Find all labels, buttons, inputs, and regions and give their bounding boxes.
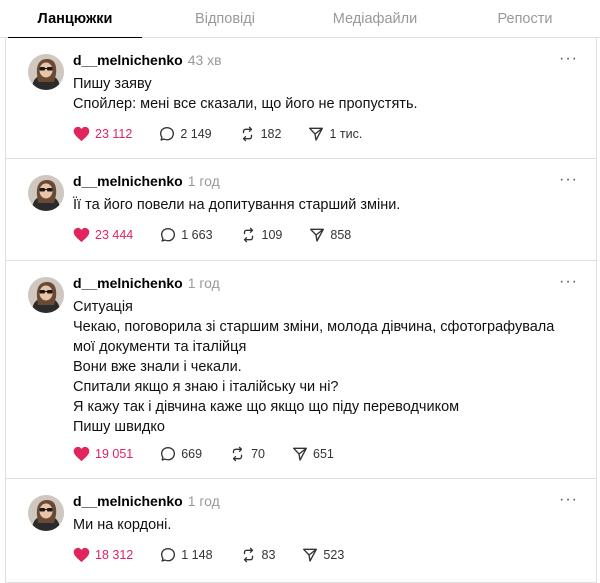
post-actions: 19 051 669 70 651 bbox=[73, 446, 361, 462]
share-button[interactable]: 1 тис. bbox=[308, 126, 362, 142]
avatar[interactable] bbox=[28, 495, 64, 531]
more-horizontal-icon[interactable]: ··· bbox=[559, 50, 578, 68]
repost-arrows-icon bbox=[240, 227, 262, 243]
tabs-bar: Ланцюжки Відповіді Медіафайли Репости bbox=[0, 0, 600, 38]
post-body: Її та його повели на допитування старший… bbox=[73, 195, 578, 215]
post: d__melnichenko 1 год ··· Ситуація Чекаю, пог… bbox=[6, 261, 596, 479]
like-count: 19 051 bbox=[95, 447, 134, 461]
share-button[interactable]: 523 bbox=[302, 547, 344, 563]
post-body: Ситуація Чекаю, поговорила зі старшим змі… bbox=[73, 297, 578, 437]
repost-arrows-icon bbox=[240, 547, 262, 563]
avatar[interactable] bbox=[28, 175, 64, 211]
heart-filled-icon bbox=[73, 126, 95, 142]
share-count: 858 bbox=[330, 228, 352, 242]
more-horizontal-icon[interactable]: ··· bbox=[559, 171, 578, 189]
tab-media[interactable]: Медіафайли bbox=[300, 0, 450, 38]
share-button[interactable]: 651 bbox=[292, 446, 334, 462]
post-time: 1 год bbox=[187, 493, 220, 509]
like-button[interactable]: 19 051 bbox=[73, 446, 133, 462]
like-button[interactable]: 23 444 bbox=[73, 227, 133, 243]
post-text-line: Пишу швидко bbox=[73, 419, 165, 435]
repost-button[interactable]: 70 bbox=[229, 446, 265, 462]
comment-bubble-icon bbox=[159, 126, 180, 142]
share-count: 523 bbox=[323, 548, 345, 562]
post-text-line: Чекаю, поговорила зі старшим зміни, моло… bbox=[73, 319, 555, 355]
tab-threads[interactable]: Ланцюжки bbox=[0, 0, 150, 38]
post-text-line: Її та його повели на допитування старший… bbox=[73, 197, 401, 213]
post-actions: 18 312 1 148 83 523 bbox=[73, 547, 371, 563]
repost-count: 182 bbox=[260, 127, 282, 141]
heart-filled-icon bbox=[73, 227, 95, 243]
heart-filled-icon bbox=[73, 446, 95, 462]
post-text-line: Пишу заяву bbox=[73, 76, 152, 92]
post-text-line: Спойлер: мені все сказали, що його не пр… bbox=[73, 96, 418, 112]
repost-button[interactable]: 109 bbox=[240, 227, 283, 243]
more-horizontal-icon[interactable]: ··· bbox=[559, 491, 578, 509]
post-header: d__melnichenko 1 год bbox=[73, 275, 220, 293]
comment-button[interactable]: 1 663 bbox=[160, 227, 213, 243]
comment-bubble-icon bbox=[160, 227, 181, 243]
post-text-line: Спитали якщо я знаю і італійську чи ні? bbox=[73, 379, 339, 395]
post-time: 43 хв bbox=[187, 52, 222, 68]
post-text-line: Вони вже знали і чекали. bbox=[73, 359, 242, 375]
paper-plane-icon bbox=[292, 446, 313, 462]
repost-arrows-icon bbox=[239, 126, 261, 142]
comment-button[interactable]: 1 148 bbox=[160, 547, 213, 563]
share-count: 651 bbox=[313, 447, 334, 461]
avatar[interactable] bbox=[28, 54, 64, 90]
post-text-line: Я кажу так і дівчина каже що якщо що під… bbox=[73, 399, 460, 415]
post: d__melnichenko 43 хв ··· Пишу заяву Спойлер:… bbox=[6, 38, 596, 159]
post-body: Пишу заяву Спойлер: мені все сказали, що … bbox=[73, 74, 578, 114]
username[interactable]: d__melnichenko bbox=[73, 52, 183, 68]
username[interactable]: d__melnichenko bbox=[73, 275, 183, 291]
repost-count: 70 bbox=[251, 447, 265, 461]
comment-bubble-icon bbox=[160, 446, 181, 462]
like-count: 23 444 bbox=[95, 228, 134, 242]
more-horizontal-icon[interactable]: ··· bbox=[559, 273, 578, 291]
post-text-line: Ми на кордоні. bbox=[73, 517, 172, 533]
repost-count: 83 bbox=[261, 548, 276, 562]
post-header: d__melnichenko 1 год bbox=[73, 173, 220, 191]
comment-count: 1 148 bbox=[181, 548, 213, 562]
post: d__melnichenko 1 год ··· Її та його повели … bbox=[6, 159, 596, 261]
repost-button[interactable]: 182 bbox=[239, 126, 282, 142]
username[interactable]: d__melnichenko bbox=[73, 173, 183, 189]
post: d__melnichenko 1 год ··· Ми на кордоні. 18 3… bbox=[6, 479, 596, 583]
tab-reposts[interactable]: Репости bbox=[450, 0, 600, 38]
comment-button[interactable]: 669 bbox=[160, 446, 202, 462]
paper-plane-icon bbox=[302, 547, 323, 563]
repost-button[interactable]: 83 bbox=[240, 547, 276, 563]
comment-count: 669 bbox=[181, 447, 203, 461]
repost-arrows-icon bbox=[229, 446, 251, 462]
post-header: d__melnichenko 1 год bbox=[73, 493, 220, 511]
share-count: 1 тис. bbox=[329, 127, 363, 141]
tab-replies[interactable]: Відповіді bbox=[150, 0, 300, 38]
repost-count: 109 bbox=[261, 228, 283, 242]
comment-count: 1 663 bbox=[181, 228, 213, 242]
like-count: 23 112 bbox=[95, 127, 133, 141]
post-actions: 23 444 1 663 109 858 bbox=[73, 227, 378, 243]
heart-filled-icon bbox=[73, 547, 95, 563]
post-actions: 23 112 2 149 182 1 тис. bbox=[73, 126, 389, 142]
post-time: 1 год bbox=[187, 275, 220, 291]
like-button[interactable]: 23 112 bbox=[73, 126, 132, 142]
post-text-line: Ситуація bbox=[73, 299, 133, 315]
share-button[interactable]: 858 bbox=[309, 227, 351, 243]
comment-count: 2 149 bbox=[180, 127, 212, 141]
post-body: Ми на кордоні. bbox=[73, 515, 578, 535]
like-button[interactable]: 18 312 bbox=[73, 547, 133, 563]
post-header: d__melnichenko 43 хв bbox=[73, 52, 222, 70]
post-time: 1 год bbox=[187, 173, 220, 189]
paper-plane-icon bbox=[309, 227, 330, 243]
comment-bubble-icon bbox=[160, 547, 181, 563]
paper-plane-icon bbox=[308, 126, 329, 142]
comment-button[interactable]: 2 149 bbox=[159, 126, 212, 142]
feed: d__melnichenko 43 хв ··· Пишу заяву Спойлер:… bbox=[0, 38, 600, 583]
avatar[interactable] bbox=[28, 277, 64, 313]
like-count: 18 312 bbox=[95, 548, 134, 562]
username[interactable]: d__melnichenko bbox=[73, 493, 183, 509]
